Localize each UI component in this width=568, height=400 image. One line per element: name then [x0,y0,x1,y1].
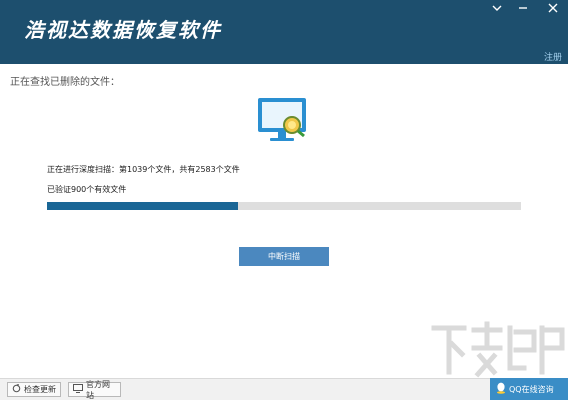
qq-label: QQ在线咨询 [509,384,554,394]
website-label: 官方网站 [86,379,110,400]
register-link[interactable]: 注册 [544,50,562,63]
scan-progress-bar [47,202,521,210]
check-update-label: 检查更新 [24,385,56,394]
check-update-button[interactable]: 检查更新 [7,382,61,397]
scan-progress-fill [47,202,238,210]
watermark-logo [428,318,568,382]
scan-progress-text: 正在进行深度扫描：第1039个文件，共有2583个文件 [47,165,240,174]
website-button[interactable]: 官方网站 [68,379,121,400]
title-bar: 浩视达数据恢复软件 注册 [0,0,568,64]
app-title: 浩视达数据恢复软件 [24,18,222,42]
qq-icon [496,382,506,396]
monitor-scan-icon [252,96,316,146]
scan-status: 正在查找已删除的文件： [10,77,120,88]
verified-files-text: 已验证900个有效文件 [47,185,127,194]
website-icon [73,384,83,395]
menu-icon[interactable] [488,2,506,18]
update-icon [12,383,21,395]
minimize-icon[interactable] [514,2,532,18]
stop-scan-button[interactable]: 中断扫描 [239,247,329,266]
close-icon[interactable] [544,2,562,18]
